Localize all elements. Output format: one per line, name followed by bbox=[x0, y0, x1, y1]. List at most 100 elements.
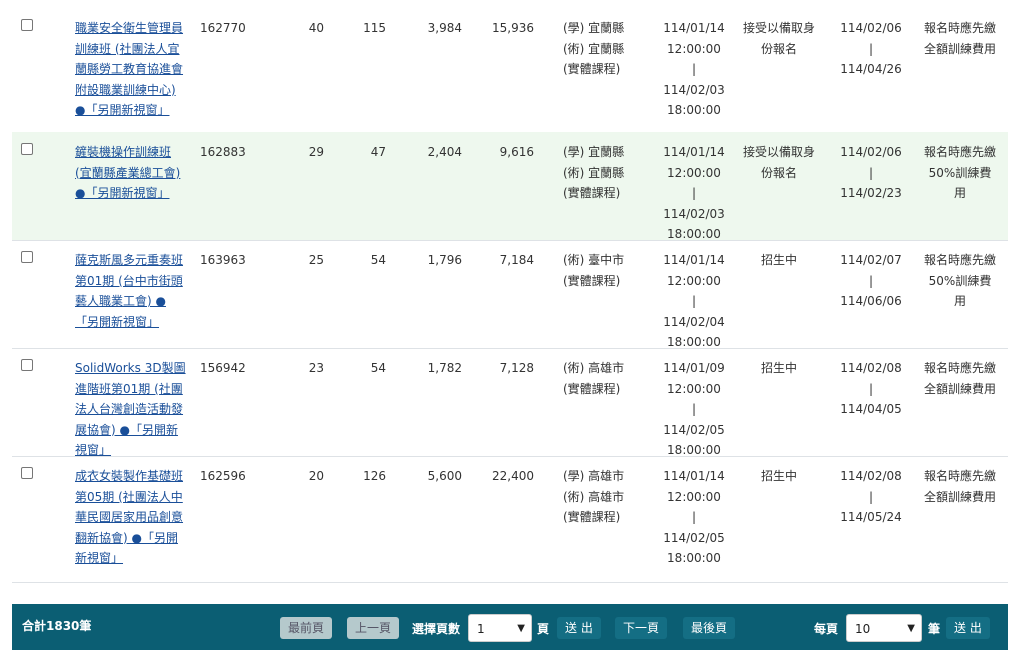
signup-date-line: | bbox=[691, 510, 697, 524]
table-row: 職業安全衛生管理員訓練班 (社團法人宜蘭縣勞工教育協進會附設職業訓練中心) ●「… bbox=[12, 8, 1008, 133]
prev-page-button[interactable]: 上一頁 bbox=[347, 617, 400, 639]
course-link[interactable]: SolidWorks 3D製圖進階班第01期 (社團法人台灣創造活動發展協會) … bbox=[75, 361, 186, 457]
period-cell: 114/02/06 | 114/02/23 bbox=[838, 142, 904, 204]
signup-date-line: 12:00:00 bbox=[667, 273, 721, 288]
loc-cell: (學) 宜蘭縣 (術) 宜蘭縣 (實體課程) bbox=[563, 18, 631, 80]
row-checkbox[interactable] bbox=[21, 467, 33, 479]
training-period-line: | bbox=[868, 381, 874, 396]
course-id: 156942 bbox=[200, 361, 246, 375]
chevron-down-icon: ▼ bbox=[907, 623, 915, 634]
training-period-line: 114/02/06 bbox=[840, 145, 902, 159]
payment-note: 報名時應先繳全額訓練費用 bbox=[924, 361, 997, 396]
payment-note: 報名時應先繳50%訓練費用 bbox=[924, 145, 997, 200]
first-page-button[interactable]: 最前頁 bbox=[280, 617, 333, 639]
count-a: 40 bbox=[308, 21, 324, 35]
signup-date-line: | bbox=[691, 402, 697, 416]
total-count: 合計1830筆 bbox=[22, 619, 92, 633]
amount-c: 2,404 bbox=[427, 145, 462, 159]
course-id: 162770 bbox=[200, 21, 246, 35]
amount-d: 15,936 bbox=[492, 21, 534, 35]
signup-date-line: 114/02/05 bbox=[663, 422, 725, 437]
period-cell: 114/02/08 | 114/04/05 bbox=[838, 358, 904, 420]
training-period-line: 114/02/08 bbox=[840, 469, 902, 483]
signup-date-line: | bbox=[691, 62, 697, 76]
period-cell: 114/02/08 | 114/05/24 bbox=[838, 466, 904, 528]
go-page-button[interactable]: 送 出 bbox=[557, 617, 601, 639]
training-period-line: 114/02/06 bbox=[840, 21, 902, 35]
course-name-cell: 職業安全衛生管理員訓練班 (社團法人宜蘭縣勞工教育協進會附設職業訓練中心) ●「… bbox=[75, 18, 187, 121]
course-link[interactable]: 薩克斯風多元重奏班第01期 (台中市街頭藝人職業工會) ●「另開新視窗」 bbox=[75, 253, 183, 329]
course-link[interactable]: 鏟裝機操作訓練班 (宜蘭縣產業總工會) ●「另開新視窗」 bbox=[75, 145, 180, 200]
course-link[interactable]: 成衣女裝製作基礎班第05期 (社團法人中華民國居家用品創意翻新協會) ●「另開新… bbox=[75, 469, 183, 565]
count-b: 126 bbox=[363, 469, 386, 483]
location-line: (學) 高雄市 bbox=[563, 469, 625, 483]
location-line: (術) 高雄市 bbox=[563, 489, 625, 504]
location-line: (術) 臺中市 bbox=[563, 253, 625, 267]
course-name-cell: 鏟裝機操作訓練班 (宜蘭縣產業總工會) ●「另開新視窗」 bbox=[75, 142, 187, 204]
training-period-line: | bbox=[868, 165, 874, 180]
signup-date-line: 114/02/05 bbox=[663, 530, 725, 545]
signup-date-line: 114/01/14 bbox=[663, 253, 725, 267]
per-page-label: 每頁 bbox=[814, 622, 839, 636]
chevron-down-icon: ▼ bbox=[517, 623, 525, 634]
location-line: (術) 宜蘭縣 bbox=[563, 165, 625, 180]
date-cell: 114/01/14 12:00:00 | 114/02/03 18:00:00 bbox=[655, 142, 733, 245]
signup-date-line: 114/01/09 bbox=[663, 361, 725, 375]
count-b: 54 bbox=[370, 253, 386, 267]
row-checkbox[interactable] bbox=[21, 143, 33, 155]
date-cell: 114/01/14 12:00:00 | 114/02/03 18:00:00 bbox=[655, 18, 733, 121]
last-page-button[interactable]: 最後頁 bbox=[683, 617, 736, 639]
row-checkbox[interactable] bbox=[21, 19, 33, 31]
training-period-line: 114/02/23 bbox=[840, 186, 902, 200]
status-text: 招生中 bbox=[760, 361, 797, 375]
location-line: (術) 高雄市 bbox=[563, 361, 625, 375]
period-cell: 114/02/07 | 114/06/06 bbox=[838, 250, 904, 312]
page-unit-label: 頁 bbox=[537, 622, 550, 636]
next-page-button[interactable]: 下一頁 bbox=[615, 617, 668, 639]
signup-date-line: 12:00:00 bbox=[667, 489, 721, 504]
payment-note: 報名時應先繳50%訓練費用 bbox=[924, 253, 997, 308]
course-id: 163963 bbox=[200, 253, 246, 267]
training-period-line: | bbox=[868, 41, 874, 56]
per-page-select[interactable]: 10 ▼ bbox=[846, 614, 922, 642]
count-b: 54 bbox=[370, 361, 386, 375]
training-period-line: 114/02/08 bbox=[840, 361, 902, 375]
payment-note: 報名時應先繳全額訓練費用 bbox=[924, 21, 997, 56]
table-row: 成衣女裝製作基礎班第05期 (社團法人中華民國居家用品創意翻新協會) ●「另開新… bbox=[12, 456, 1008, 583]
per-page-go-button[interactable]: 送 出 bbox=[946, 617, 990, 639]
signup-date-line: 12:00:00 bbox=[667, 381, 721, 396]
training-period-line: 114/04/05 bbox=[840, 402, 902, 416]
amount-c: 5,600 bbox=[427, 469, 462, 483]
count-a: 23 bbox=[308, 361, 324, 375]
select-page-label: 選擇頁數 bbox=[412, 622, 461, 636]
table-row: 鏟裝機操作訓練班 (宜蘭縣產業總工會) ●「另開新視窗」 162883 29 47 2,… bbox=[12, 132, 1008, 241]
course-id: 162883 bbox=[200, 145, 246, 159]
amount-d: 9,616 bbox=[499, 145, 534, 159]
course-name-cell: 成衣女裝製作基礎班第05期 (社團法人中華民國居家用品創意翻新協會) ●「另開新… bbox=[75, 466, 187, 569]
table-row: SolidWorks 3D製圖進階班第01期 (社團法人台灣創造活動發展協會) … bbox=[12, 348, 1008, 457]
course-name-cell: 薩克斯風多元重奏班第01期 (台中市街頭藝人職業工會) ●「另開新視窗」 bbox=[75, 250, 187, 332]
status-text: 招生中 bbox=[760, 253, 797, 267]
row-checkbox[interactable] bbox=[21, 251, 33, 263]
status-text: 接受以備取身份報名 bbox=[743, 145, 816, 180]
signup-date-line: 12:00:00 bbox=[667, 165, 721, 180]
amount-d: 7,128 bbox=[499, 361, 534, 375]
signup-date-line: 114/02/03 bbox=[663, 206, 725, 221]
amount-d: 22,400 bbox=[492, 469, 534, 483]
count-a: 20 bbox=[308, 469, 324, 483]
location-line: (學) 宜蘭縣 bbox=[563, 21, 625, 35]
signup-date-line: 114/01/14 bbox=[663, 21, 725, 35]
loc-cell: (學) 宜蘭縣 (術) 宜蘭縣 (實體課程) bbox=[563, 142, 631, 204]
course-link[interactable]: 職業安全衛生管理員訓練班 (社團法人宜蘭縣勞工教育協進會附設職業訓練中心) ●「… bbox=[75, 21, 183, 117]
signup-date-line: 114/02/04 bbox=[663, 314, 725, 329]
amount-c: 1,796 bbox=[427, 253, 462, 267]
table-row: 薩克斯風多元重奏班第01期 (台中市街頭藝人職業工會) ●「另開新視窗」 1639… bbox=[12, 240, 1008, 349]
amount-c: 3,984 bbox=[427, 21, 462, 35]
loc-cell: (術) 高雄市 (實體課程) bbox=[563, 358, 631, 399]
row-checkbox[interactable] bbox=[21, 359, 33, 371]
page-select[interactable]: 1 ▼ bbox=[468, 614, 532, 642]
payment-note: 報名時應先繳全額訓練費用 bbox=[924, 469, 997, 504]
date-cell: 114/01/14 12:00:00 | 114/02/04 18:00:00 bbox=[655, 250, 733, 353]
status-text: 接受以備取身份報名 bbox=[743, 21, 816, 56]
pagination-bar: 合計1830筆 最前頁 上一頁 選擇頁數 1 ▼ 頁 送 出 下一頁 最後頁 每… bbox=[12, 604, 1008, 650]
